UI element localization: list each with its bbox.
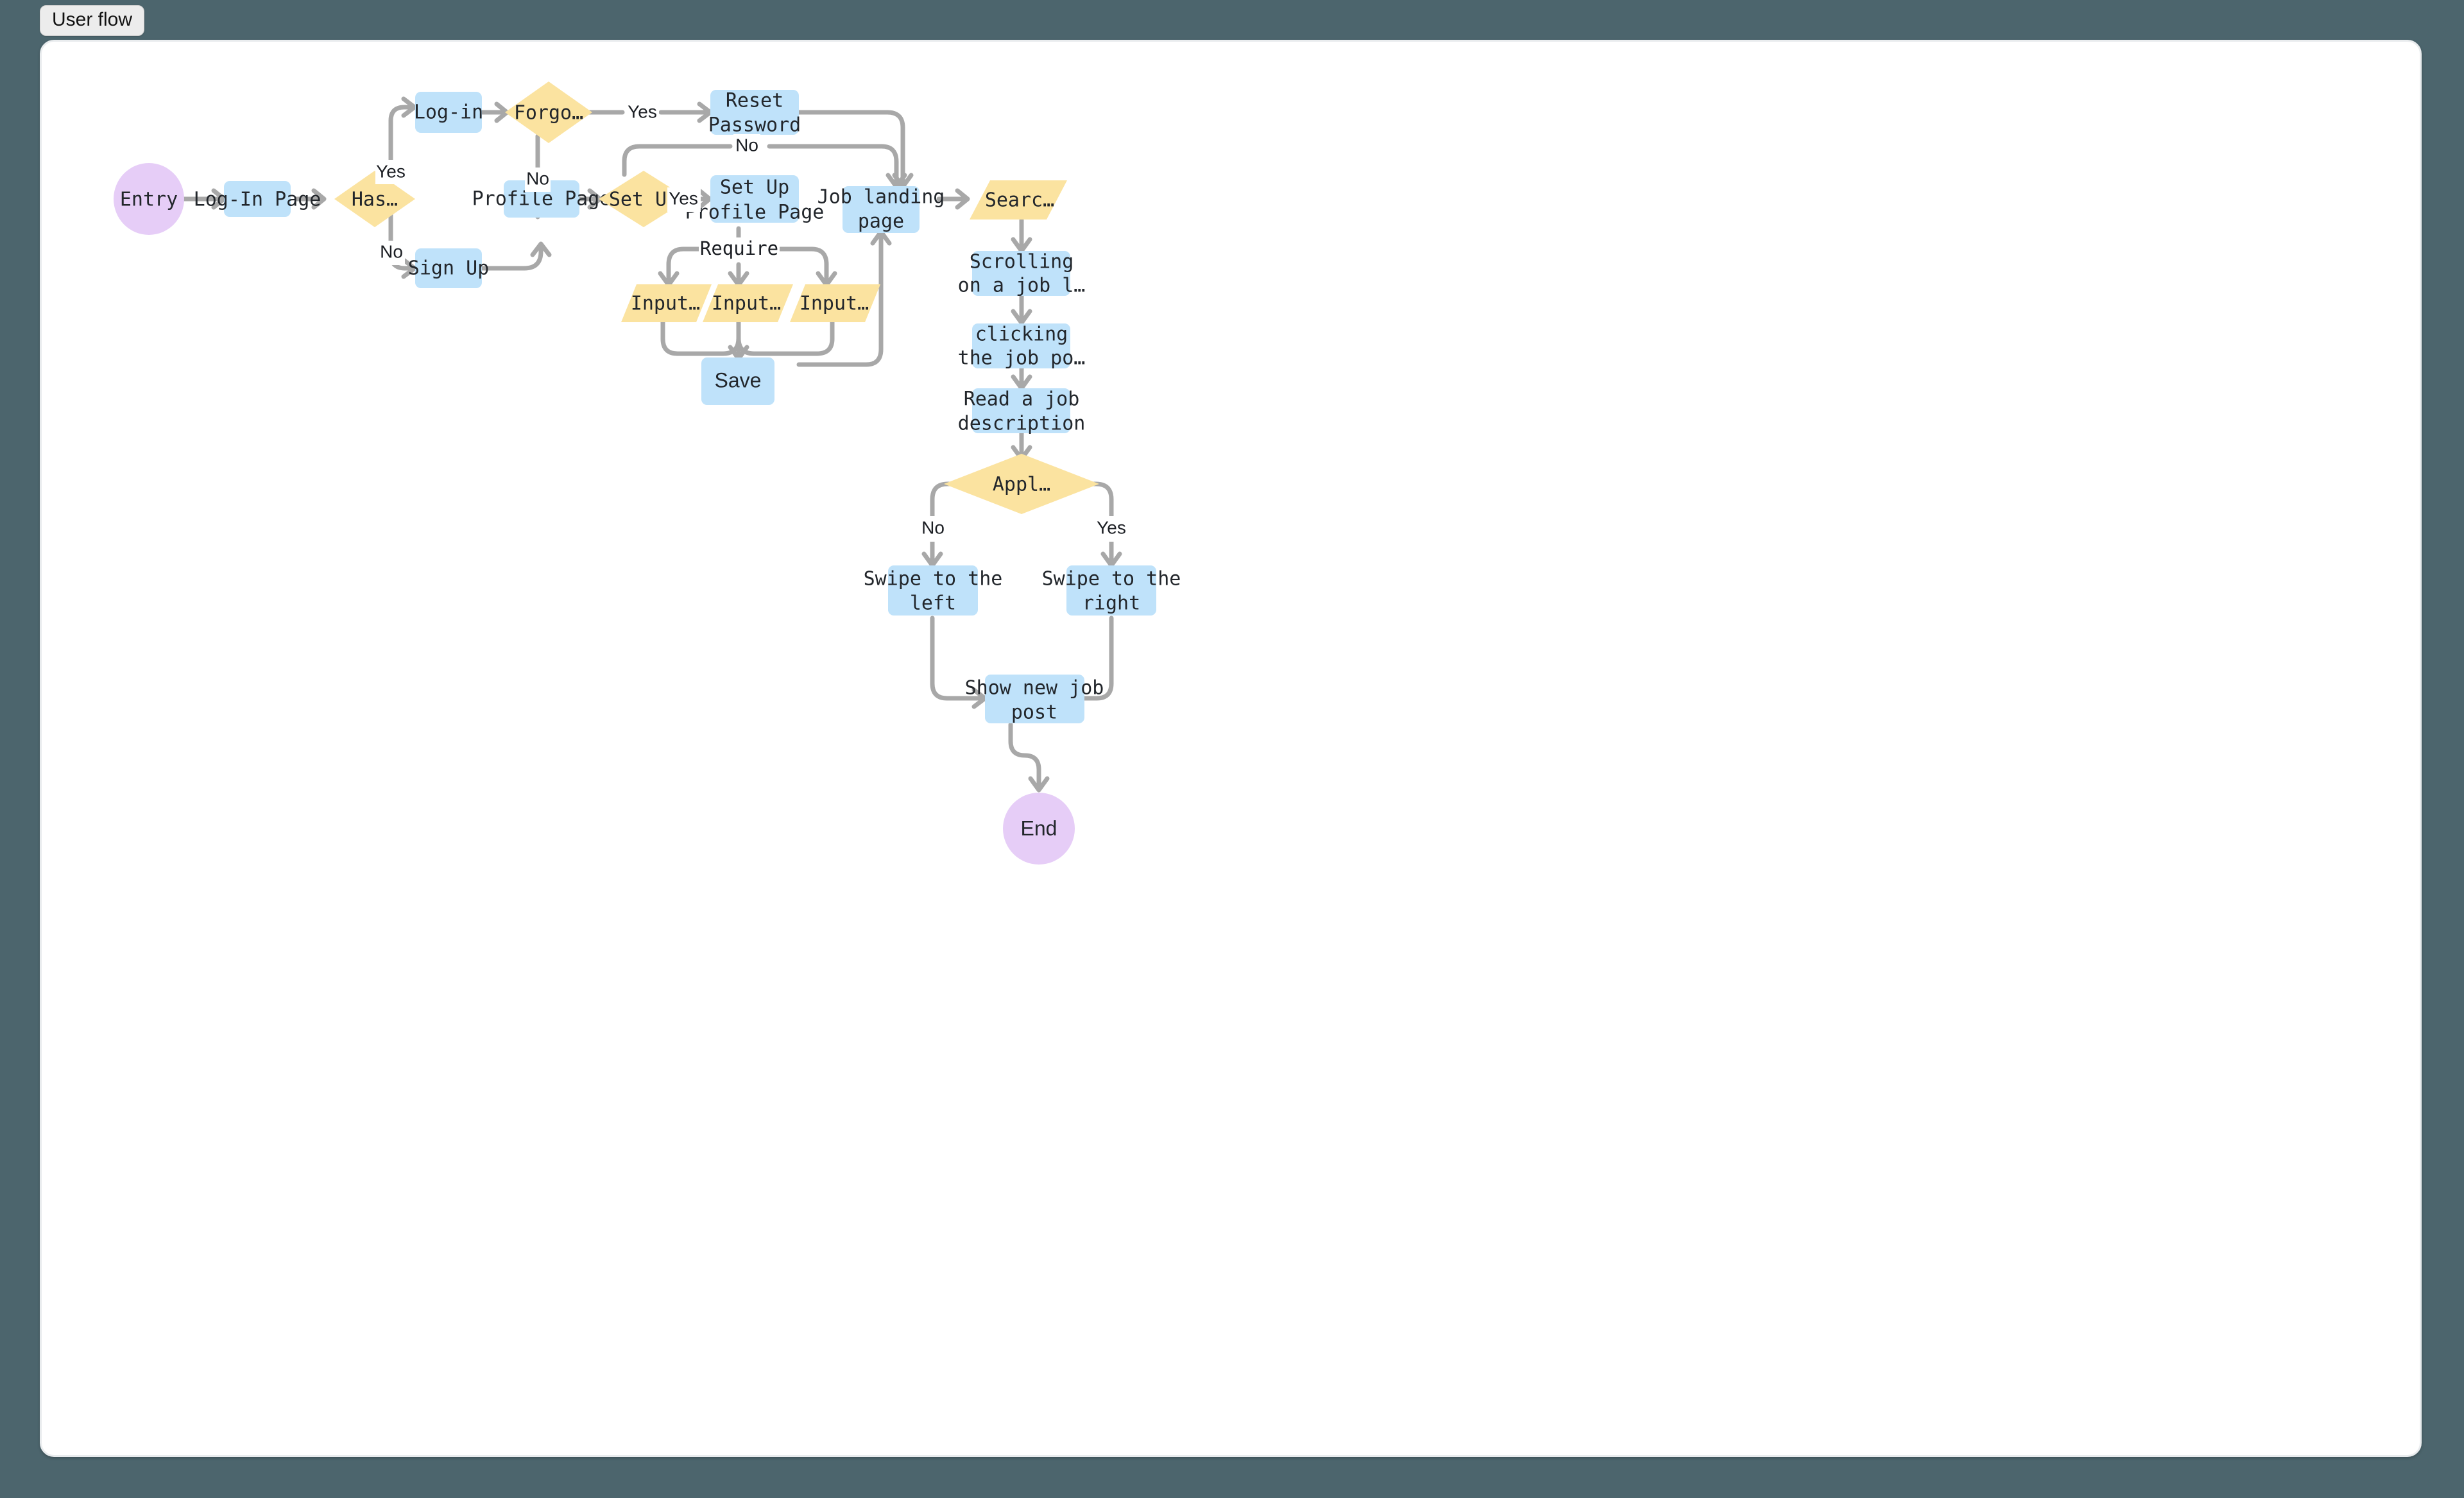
node-read-description-line2: description <box>958 413 1086 435</box>
node-input-3-label: Input… <box>800 293 869 315</box>
node-sign-up-label: Sign Up <box>408 257 489 280</box>
node-setup-profile-page-line2: Profile Page <box>685 202 825 224</box>
node-entry[interactable]: Entry <box>114 163 184 235</box>
node-job-landing-line2: page <box>858 211 904 233</box>
node-input-3[interactable]: Input… <box>790 284 880 322</box>
node-read-description-line1: Read a job <box>964 388 1080 411</box>
app-root: User flow Entry Log-In Page Has… Log-in … <box>0 0 2464 1498</box>
node-has-label: Has… <box>352 189 398 211</box>
flowchart-svg: Entry Log-In Page Has… Log-in Forgo… Res… <box>114 82 1181 865</box>
node-swipe-left[interactable]: Swipe to the left <box>864 565 1003 616</box>
edge-label-has-no: No <box>379 241 405 265</box>
node-input-1[interactable]: Input… <box>621 284 712 322</box>
edge-label-setup-no: No <box>733 134 760 159</box>
edge-label-setup-yes-text: Yes <box>669 188 698 208</box>
edge-search-to-scrolling <box>1011 218 1032 254</box>
node-login-page-label: Log-In Page <box>194 189 321 211</box>
node-entry-label: Entry <box>120 189 178 211</box>
nodes-layer: Entry Log-In Page Has… Log-in Forgo… Res… <box>114 82 1181 865</box>
node-forgot-label: Forgo… <box>514 102 583 125</box>
node-input-2-label: Input… <box>712 293 781 315</box>
node-end[interactable]: End <box>1003 793 1075 865</box>
node-input-1-label: Input… <box>631 293 700 315</box>
node-save-label: Save <box>715 368 762 392</box>
node-setup-profile-page-line1: Set Up <box>720 176 789 199</box>
edge-label-forgot-no: No <box>525 168 551 192</box>
node-scrolling[interactable]: Scrolling on a job l… <box>958 251 1086 297</box>
node-swipe-left-line1: Swipe to the <box>864 568 1003 590</box>
edge-label-apply-yes-text: Yes <box>1097 517 1126 537</box>
node-login[interactable]: Log-in <box>414 92 483 133</box>
node-sign-up[interactable]: Sign Up <box>408 248 489 288</box>
node-clicking-line1: clicking <box>975 323 1068 346</box>
node-show-new-line1: Show new job <box>965 677 1104 700</box>
node-search-label: Searc… <box>985 189 1054 212</box>
edge-label-require-text: Require <box>700 237 778 259</box>
edge-scrolling-to-clicking <box>1011 293 1032 325</box>
node-login-page[interactable]: Log-In Page <box>194 181 321 217</box>
node-swipe-right-line2: right <box>1082 592 1140 615</box>
node-swipe-left-line2: left <box>910 592 956 615</box>
edge-label-apply-no: No <box>920 516 946 542</box>
node-save[interactable]: Save <box>701 357 774 405</box>
node-clicking-line2: the job po… <box>958 347 1086 370</box>
node-input-2[interactable]: Input… <box>703 284 793 322</box>
node-apply-label: Appl… <box>993 474 1050 496</box>
tab-user-flow[interactable]: User flow <box>40 5 145 36</box>
node-show-new-job-post[interactable]: Show new job post <box>965 675 1104 724</box>
edge-label-setup-no-text: No <box>735 135 758 155</box>
node-show-new-line2: post <box>1011 702 1057 724</box>
node-swipe-right[interactable]: Swipe to the right <box>1042 565 1181 616</box>
diagram-canvas[interactable]: Entry Log-In Page Has… Log-in Forgo… Res… <box>40 40 2422 1457</box>
node-apply-decision[interactable]: Appl… <box>944 454 1099 514</box>
edge-shownew-to-end <box>1008 722 1050 793</box>
node-read-description[interactable]: Read a job description <box>958 388 1086 435</box>
edge-label-has-yes-text: Yes <box>376 161 406 181</box>
node-job-landing-page[interactable]: Job landing page <box>817 186 945 234</box>
node-end-label: End <box>1021 816 1057 839</box>
node-reset-password[interactable]: Reset Password <box>708 90 801 137</box>
node-forgot-decision[interactable]: Forgo… <box>505 82 592 143</box>
node-swipe-right-line1: Swipe to the <box>1042 568 1181 590</box>
node-reset-password-line2: Password <box>708 114 801 137</box>
node-search[interactable]: Searc… <box>970 180 1067 220</box>
node-login-label: Log-in <box>414 101 483 124</box>
node-reset-password-line1: Reset <box>726 90 783 112</box>
edge-inputs-to-save <box>660 320 835 361</box>
edge-label-has-no-text: No <box>380 241 403 261</box>
node-scrolling-line1: Scrolling <box>970 251 1074 273</box>
node-clicking[interactable]: clicking the job po… <box>958 323 1086 370</box>
edge-label-apply-yes: Yes <box>1095 516 1129 542</box>
edge-login-to-forgot <box>480 101 509 123</box>
edge-label-forgot-no-text: No <box>526 168 549 188</box>
edge-label-setup-yes: Yes <box>667 187 701 212</box>
edge-label-apply-no-text: No <box>921 517 945 537</box>
tab-label: User flow <box>52 9 133 30</box>
node-job-landing-line1: Job landing <box>817 186 945 209</box>
edge-signup-to-profile <box>480 241 552 271</box>
edge-label-forgot-yes-text: Yes <box>628 101 657 121</box>
edge-label-forgot-yes: Yes <box>626 101 659 125</box>
edge-label-has-yes: Yes <box>375 160 406 184</box>
edge-label-require: Require <box>699 237 780 262</box>
node-scrolling-line2: on a job l… <box>958 275 1086 297</box>
